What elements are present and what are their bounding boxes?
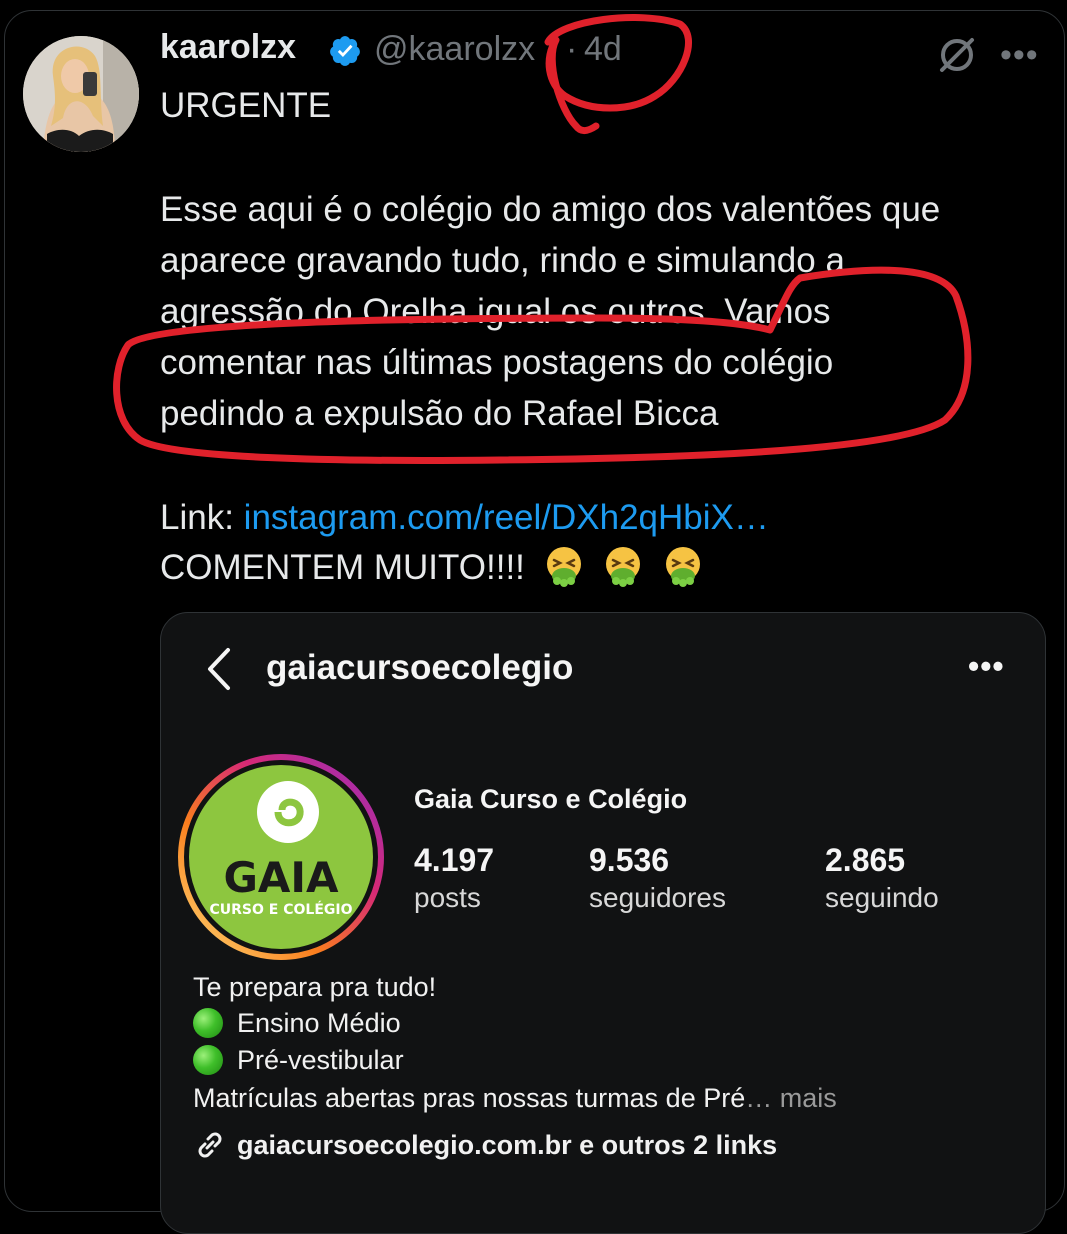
green-circle-emoji-icon	[193, 1008, 223, 1038]
instagram-link[interactable]: instagram.com/reel/DXh2qHbiX…	[244, 498, 769, 537]
nauseated-face-emoji-icon	[606, 547, 641, 587]
ig-bio-links-text: gaiacursoecolegio.com.br e outros 2 link…	[237, 1130, 778, 1160]
ig-more-options-icon: •••	[968, 648, 1005, 684]
nauseated-face-emoji-icon	[666, 547, 701, 587]
tweet-line-5: agressão do Orelha igual os outros. Vamo…	[160, 292, 831, 331]
link-icon	[198, 1132, 222, 1158]
tweet-line-7: pedindo a expulsão do Rafael Bicca	[160, 394, 719, 433]
ig-bio-enrollment-text: Matrículas abertas pras nossas turmas de…	[193, 1083, 746, 1113]
user-avatar[interactable]	[23, 36, 139, 152]
tweet-link-line: Link: instagram.com/reel/DXh2qHbiX…	[160, 492, 769, 543]
display-name[interactable]: kaarolzx	[160, 28, 296, 67]
ig-profile-name: Gaia Curso e Colégio	[414, 784, 688, 814]
green-circle-emoji-icon	[193, 1045, 223, 1075]
ig-following-label: seguindo	[825, 882, 939, 913]
ig-avatar-wordmark: GAIA	[223, 853, 339, 902]
user-handle[interactable]: @kaarolzx	[374, 30, 535, 69]
ig-posts-count: 4.197	[414, 842, 495, 878]
tweet-line-6: comentar nas últimas postagens do colégi…	[160, 343, 834, 382]
ig-bio-item-ensino: Ensino Médio	[193, 1008, 401, 1039]
more-options-icon[interactable]: •••	[1000, 36, 1039, 75]
ig-posts-label: posts	[414, 882, 481, 913]
comentem-text: COMENTEM MUITO!!!!	[160, 548, 525, 587]
ig-bio-tagline: Te prepara pra tudo!	[193, 972, 437, 1002]
ig-profile-avatar: GAIA CURSO E COLÉGIO	[178, 754, 384, 960]
ig-bio-item-ensino-text: Ensino Médio	[237, 1008, 401, 1038]
tweet-line-3: Esse aqui é o colégio do amigo dos valen…	[160, 190, 941, 229]
link-label: Link:	[160, 498, 234, 537]
tweet-line-comentem: COMENTEM MUITO!!!!	[160, 542, 704, 593]
ig-bio-more: mais	[779, 1083, 837, 1113]
grok-icon[interactable]	[936, 34, 978, 76]
meta-separator: ·	[566, 30, 578, 68]
back-chevron-icon[interactable]	[206, 646, 232, 692]
ig-followers-count: 9.536	[589, 842, 670, 878]
ig-bio-links: gaiacursoecolegio.com.br e outros 2 link…	[193, 1128, 777, 1162]
ig-followers-label: seguidores	[589, 882, 726, 913]
ig-bio-enrollment: Matrículas abertas pras nossas turmas de…	[193, 1083, 837, 1114]
ig-avatar-subtext: CURSO E COLÉGIO	[210, 901, 353, 918]
ig-following-count: 2.865	[825, 842, 906, 878]
verified-badge-icon	[330, 36, 360, 66]
tweet-line-1: URGENTE	[160, 86, 332, 125]
ig-bio-item-pre: Pré-vestibular	[193, 1045, 404, 1076]
ig-username: gaiacursoecolegio	[266, 648, 574, 687]
tweet-timestamp[interactable]: 4d	[584, 30, 622, 69]
nauseated-face-emoji-icon	[546, 547, 581, 587]
ig-bio-item-pre-text: Pré-vestibular	[237, 1045, 404, 1075]
ig-bio-ellipsis: …	[745, 1083, 773, 1113]
tweet-line-4: aparece gravando tudo, rindo e simulando…	[160, 241, 845, 280]
